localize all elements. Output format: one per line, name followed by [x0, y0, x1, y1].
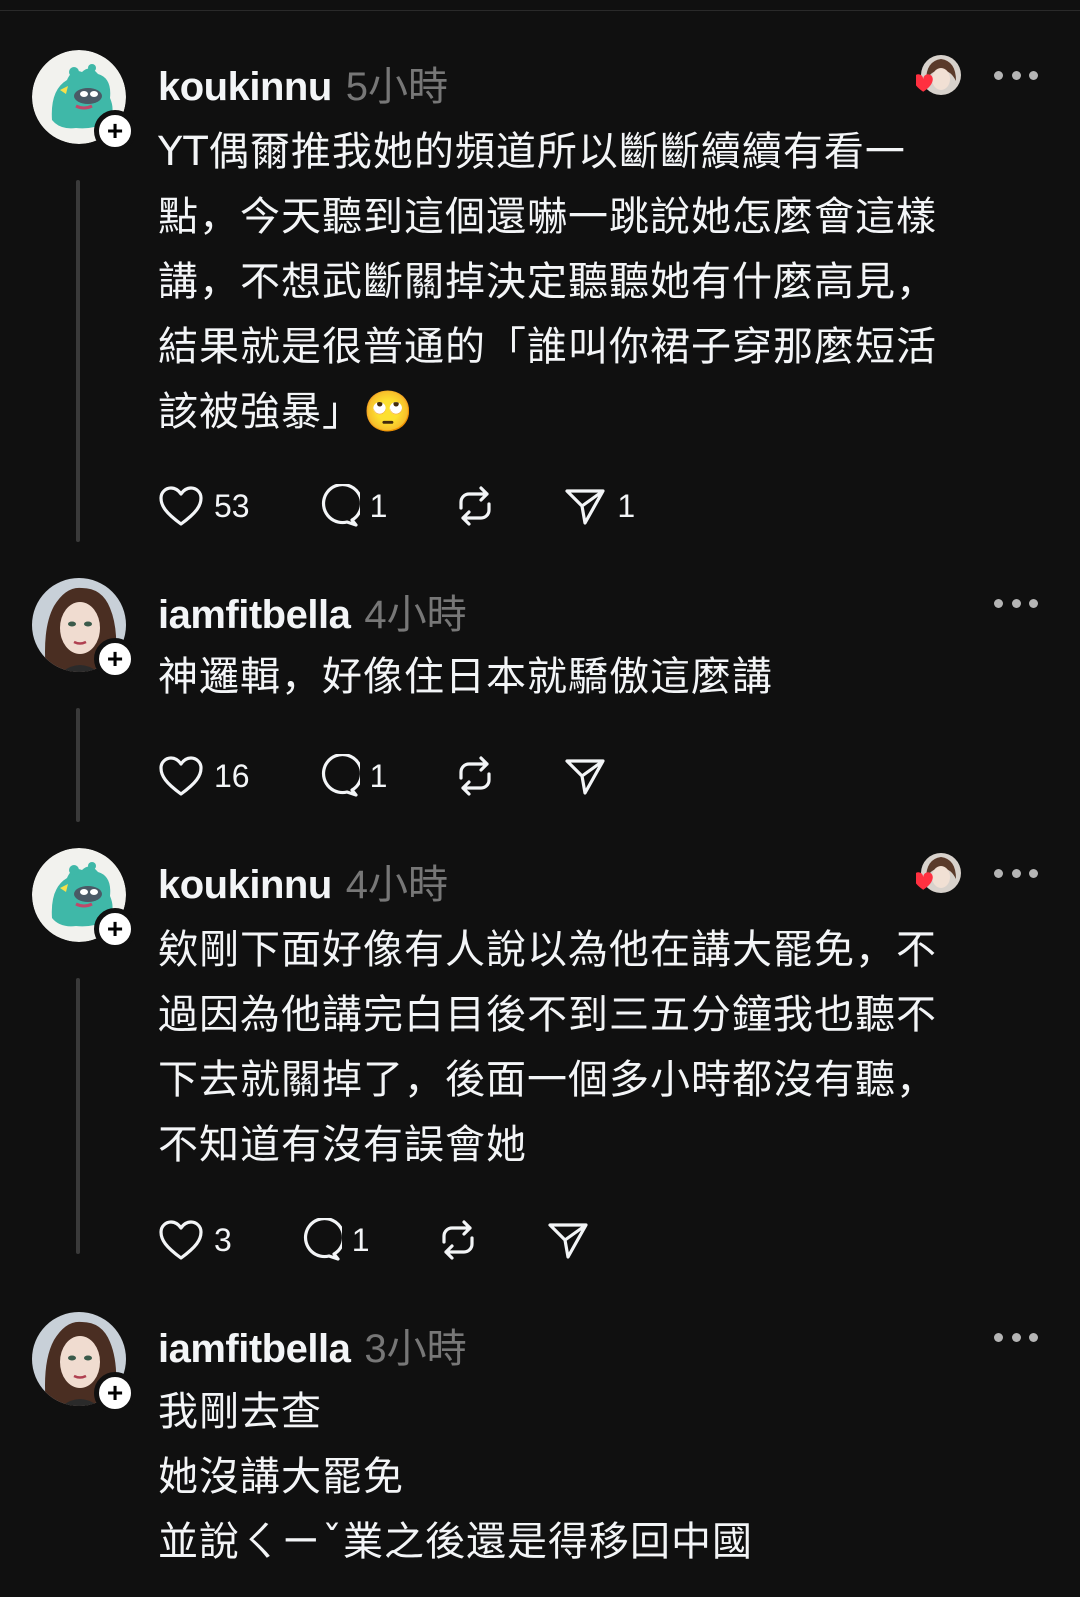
thread-connector-line	[76, 708, 80, 822]
like-button[interactable]: 16	[158, 755, 250, 797]
repost-button[interactable]	[453, 754, 497, 798]
follow-plus-button[interactable]: +	[94, 908, 136, 950]
like-count: 3	[214, 1221, 232, 1258]
post-header: iamfitbella 3小時	[158, 1316, 467, 1374]
post-header: iamfitbella 4小時	[158, 582, 467, 640]
send-icon	[565, 489, 605, 525]
repost-button[interactable]	[436, 1218, 480, 1262]
comment-icon	[303, 1218, 342, 1261]
avatar[interactable]: +	[32, 50, 136, 152]
reply-count: 1	[351, 1221, 370, 1258]
post-header: koukinnu 4小時	[158, 852, 448, 910]
thread-connector-line	[76, 978, 80, 1254]
timestamp: 3小時	[364, 1327, 467, 1371]
post-text: 欸剛下面好像有人說以為他在講大罷免，不 過因為他講完白目後不到三五分鐘我也聽不 …	[158, 927, 937, 1168]
author-liked-indicator	[913, 851, 961, 895]
follow-plus-button[interactable]: +	[94, 638, 136, 680]
send-icon	[565, 759, 605, 795]
repost-icon	[441, 1220, 474, 1260]
repost-icon	[459, 756, 491, 796]
username[interactable]: koukinnu	[158, 863, 332, 908]
timestamp: 4小時	[345, 863, 449, 907]
more-options-button[interactable]	[994, 1331, 1038, 1343]
like-button[interactable]: 53	[158, 485, 250, 527]
timestamp: 4小時	[364, 593, 467, 637]
send-icon	[547, 1223, 588, 1259]
top-divider	[0, 10, 1080, 11]
share-count: 1	[617, 487, 636, 524]
more-options-button[interactable]	[994, 867, 1038, 879]
post-actions: 16 1	[158, 751, 607, 801]
avatar[interactable]: +	[32, 578, 136, 680]
post-text: YT偶爾推我她的頻道所以斷斷續續有看一 點，今天聽到這個還嚇一跳說她怎麼會這樣 …	[158, 129, 937, 435]
reply-button[interactable]: 1	[298, 1218, 370, 1262]
username[interactable]: iamfitbella	[158, 1327, 351, 1372]
more-options-button[interactable]	[994, 597, 1038, 609]
post-actions: 3 1	[158, 1215, 590, 1265]
post-header: koukinnu 5小時	[158, 54, 448, 112]
avatar[interactable]: +	[32, 1312, 136, 1414]
comment-icon	[321, 754, 360, 797]
share-button[interactable]	[546, 1218, 590, 1262]
thread-connector-line	[76, 180, 80, 542]
author-liked-indicator	[913, 53, 961, 97]
reply-count: 1	[369, 487, 388, 524]
like-count: 16	[214, 757, 250, 794]
username[interactable]: iamfitbella	[158, 593, 351, 638]
username[interactable]: koukinnu	[158, 65, 332, 110]
follow-plus-button[interactable]: +	[94, 110, 136, 152]
post-text: 我剛去查 她沒講大罷免 並說ㄑㄧˇ業之後還是得移回中國	[158, 1389, 753, 1565]
like-count: 53	[214, 487, 250, 524]
reply-count: 1	[369, 757, 388, 794]
repost-button[interactable]	[453, 484, 497, 528]
avatar[interactable]: +	[32, 848, 136, 950]
timestamp: 5小時	[345, 65, 449, 109]
comment-icon	[321, 484, 360, 527]
heart-icon	[159, 486, 203, 526]
reply-button[interactable]: 1	[316, 484, 388, 528]
share-button[interactable]	[563, 754, 607, 798]
share-button[interactable]: 1	[563, 484, 635, 528]
reply-button[interactable]: 1	[316, 754, 388, 798]
more-options-button[interactable]	[994, 69, 1038, 81]
post-text: 神邏輯，好像住日本就驕傲這麼講	[158, 654, 773, 700]
like-button[interactable]: 3	[158, 1219, 232, 1261]
repost-icon	[459, 486, 491, 526]
heart-icon	[159, 756, 203, 796]
heart-icon	[159, 1220, 203, 1260]
follow-plus-button[interactable]: +	[94, 1372, 136, 1414]
post-actions: 53 1 1	[158, 481, 635, 531]
